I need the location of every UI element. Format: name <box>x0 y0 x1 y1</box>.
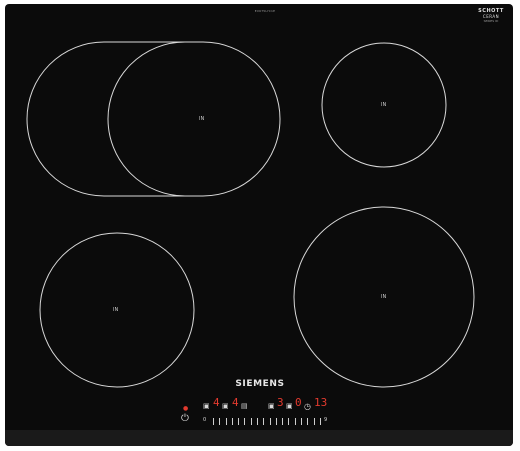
zone-select-left-icon[interactable]: ▣ <box>203 402 210 411</box>
ceramic-logo: SCHOTT CERAN SERIES ID <box>478 8 504 24</box>
zone-left-display: 4 <box>213 396 220 409</box>
zone-left-display-2: 4 <box>232 396 239 409</box>
zone-label-bottom-right: IN <box>381 294 387 300</box>
zone-select-mid-icon[interactable]: ▣ <box>222 402 229 411</box>
zone-label-top-right: IN <box>381 102 387 108</box>
zone-select-right-icon[interactable]: ▣ <box>268 402 275 411</box>
zone-right-display: 3 <box>277 396 284 409</box>
model-number: EX675LYC1E <box>254 9 276 13</box>
zone-label-top-left: IN <box>199 116 205 122</box>
slider-min-label: 0 <box>203 417 207 423</box>
power-level-slider[interactable] <box>213 418 321 425</box>
zone-select-right2-icon[interactable]: ▣ <box>286 402 293 411</box>
flex-zone-inner <box>107 41 186 197</box>
boost-icon[interactable]: ▤ <box>241 402 248 411</box>
brand-logo: SIEMENS <box>235 379 285 389</box>
power-icon[interactable]: ⏻ <box>181 414 189 424</box>
indicator-light: ● <box>183 405 189 412</box>
flex-zone-outline <box>26 41 281 197</box>
timer-icon[interactable]: ◷ <box>304 402 311 411</box>
zone-label-bottom-left: IN <box>113 307 119 313</box>
slider-max-label: 9 <box>324 417 328 423</box>
zone-right-sub-display: 0 <box>295 396 302 409</box>
timer-display: 13 <box>314 396 328 409</box>
